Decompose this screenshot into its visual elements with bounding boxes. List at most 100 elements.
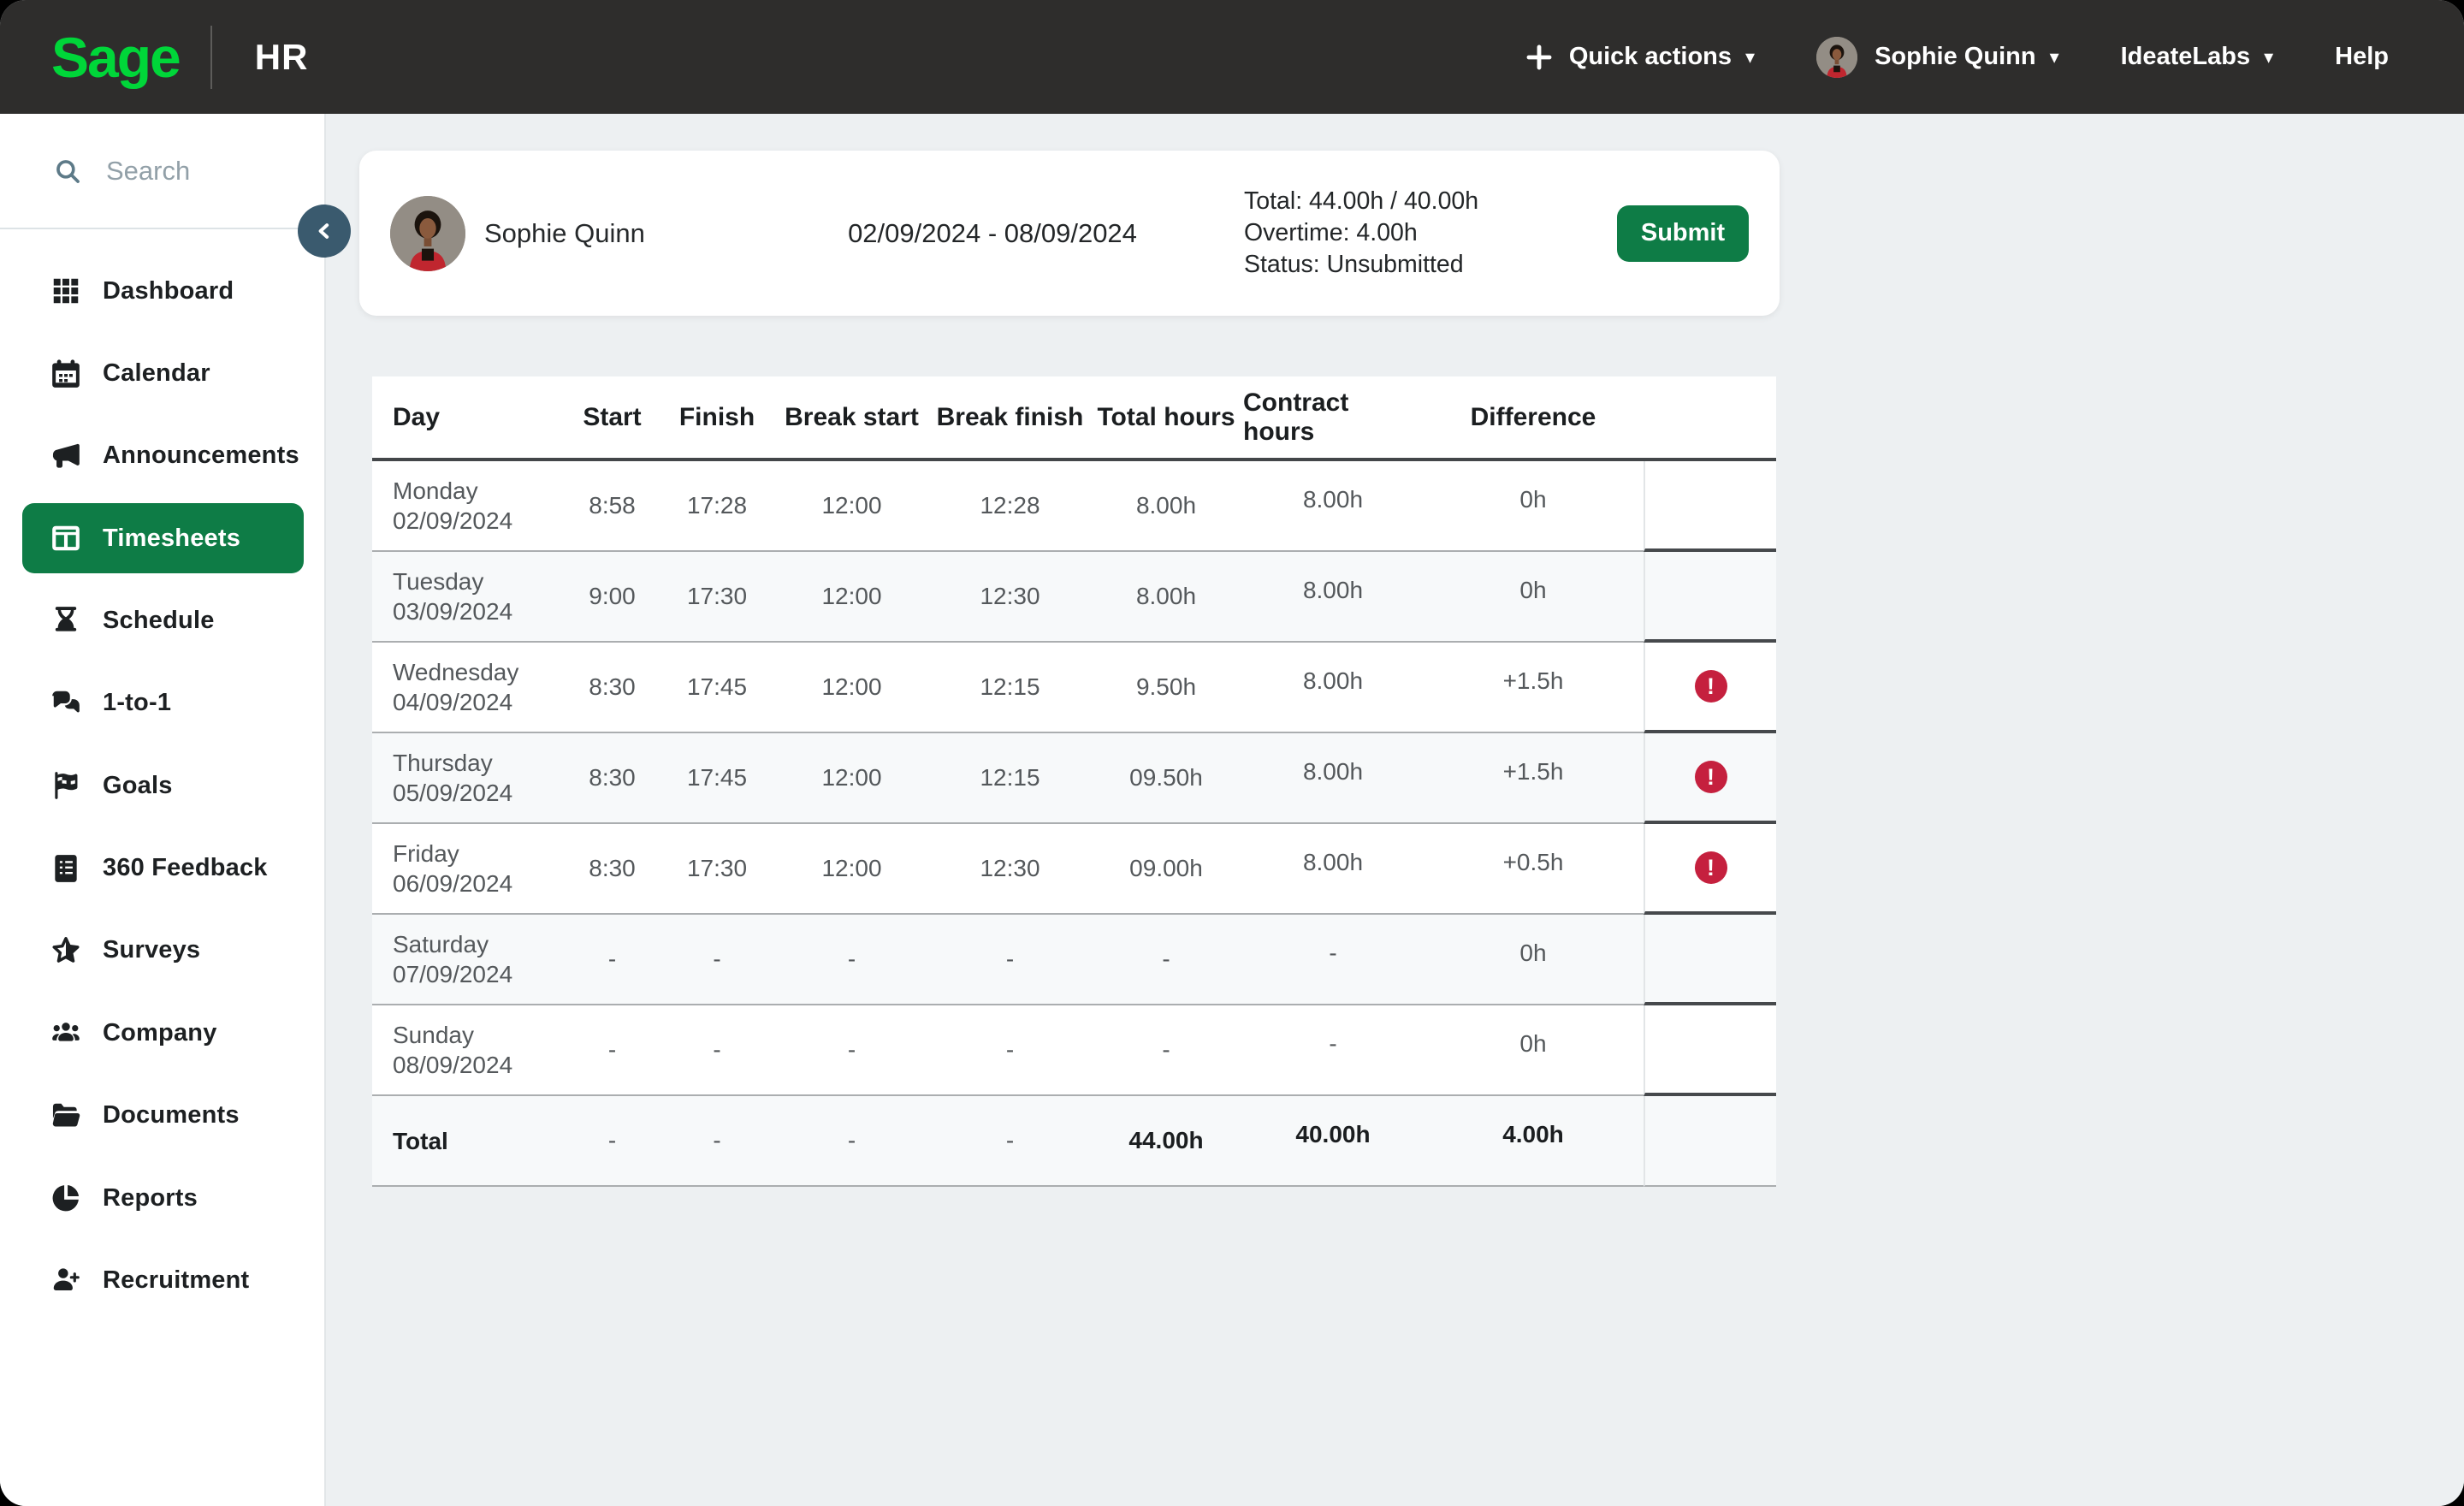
status-line: Status: Unsubmitted — [1244, 249, 1617, 281]
cell-break-finish: 12:28 — [931, 461, 1089, 552]
cell-break-start: 12:00 — [773, 824, 931, 915]
reports-icon — [48, 1180, 84, 1216]
cell-total-hours: 44.00h — [1089, 1096, 1243, 1187]
cell-alert: ! — [1644, 733, 1776, 824]
organization-menu[interactable]: IdeateLabs ▾ — [2121, 43, 2274, 71]
sidebar-item-goals[interactable]: Goals — [0, 744, 324, 827]
organization-name: IdeateLabs — [2121, 43, 2251, 71]
cell-break-start: 12:00 — [773, 552, 931, 643]
sidebar-item-label: 360 Feedback — [103, 854, 268, 882]
sidebar-item-timesheets[interactable]: Timesheets — [22, 503, 304, 573]
total-row-label: Total — [372, 1096, 563, 1187]
sidebar-item-calendar[interactable]: Calendar — [0, 332, 324, 414]
column-header-start: Start — [563, 376, 661, 461]
sidebar-item-recruitment[interactable]: Recruitment — [0, 1239, 324, 1321]
cell-difference: +0.5h — [1423, 824, 1644, 915]
timesheet-table: DayStartFinishBreak startBreak finishTot… — [372, 376, 1776, 1187]
user-avatar — [1816, 37, 1857, 78]
brand-divider — [210, 26, 212, 89]
sidebar-collapse-button[interactable] — [298, 205, 351, 258]
cell-break-finish: 12:15 — [931, 733, 1089, 824]
search-input[interactable] — [104, 155, 296, 187]
cell-finish: - — [661, 1005, 773, 1096]
timesheet-row-tuesday: Tuesday03/09/20249:0017:3012:0012:308.00… — [372, 552, 1776, 643]
surveys-icon — [48, 933, 84, 969]
sidebar-item-label: Dashboard — [103, 277, 234, 305]
cell-start: 8:30 — [563, 733, 661, 824]
column-header-total-hours: Total hours — [1089, 376, 1243, 461]
timesheet-row-friday: Friday06/09/20248:3017:3012:0012:3009.00… — [372, 824, 1776, 915]
search — [0, 114, 324, 229]
sidebar-item-label: Documents — [103, 1101, 240, 1130]
cell-contract-hours: 8.00h — [1243, 733, 1423, 824]
cell-difference: 0h — [1423, 915, 1644, 1005]
recruitment-icon — [48, 1262, 84, 1298]
cell-start: 8:30 — [563, 643, 661, 733]
day-link-saturday[interactable]: Saturday07/09/2024 — [372, 915, 563, 1005]
cell-alert — [1644, 552, 1776, 643]
sage-logo[interactable]: Sage — [51, 25, 180, 90]
app-window: Sage HR Quick actions ▾ Sophie Quinn ▾ I… — [0, 0, 2464, 1506]
sidebar-item-feedback-360[interactable]: 360 Feedback — [0, 827, 324, 909]
sidebar-item-one-to-one[interactable]: 1-to-1 — [0, 662, 324, 744]
plus-icon — [1525, 43, 1554, 72]
documents-icon — [48, 1098, 84, 1134]
cell-contract-hours: 40.00h — [1243, 1096, 1423, 1187]
cell-break-start: 12:00 — [773, 461, 931, 552]
cell-alert: ! — [1644, 643, 1776, 733]
cell-start: 9:00 — [563, 552, 661, 643]
quick-actions-menu[interactable]: Quick actions ▾ — [1525, 43, 1755, 72]
day-link-thursday[interactable]: Thursday05/09/2024 — [372, 733, 563, 824]
cell-finish: 17:45 — [661, 733, 773, 824]
sidebar-item-label: Goals — [103, 772, 173, 800]
submit-button[interactable]: Submit — [1617, 205, 1749, 262]
sidebar-item-surveys[interactable]: Surveys — [0, 910, 324, 992]
cell-finish: 17:45 — [661, 643, 773, 733]
cell-contract-hours: 8.00h — [1243, 552, 1423, 643]
sidebar-item-label: Company — [103, 1019, 217, 1047]
day-link-sunday[interactable]: Sunday08/09/2024 — [372, 1005, 563, 1096]
cell-total-hours: 09.00h — [1089, 824, 1243, 915]
feedback-360-icon — [48, 851, 84, 886]
cell-start: 8:30 — [563, 824, 661, 915]
search-icon — [53, 157, 82, 186]
cell-start: - — [563, 1096, 661, 1187]
help-link[interactable]: Help — [2335, 43, 2389, 71]
cell-alert — [1644, 461, 1776, 552]
cell-finish: - — [661, 1096, 773, 1187]
day-link-friday[interactable]: Friday06/09/2024 — [372, 824, 563, 915]
sidebar-item-label: Schedule — [103, 607, 215, 635]
overtime-warning-icon[interactable]: ! — [1695, 670, 1727, 703]
cell-alert: ! — [1644, 824, 1776, 915]
period-range: 02/09/2024 - 08/09/2024 — [741, 218, 1244, 249]
day-link-monday[interactable]: Monday02/09/2024 — [372, 461, 563, 552]
sidebar-item-label: Reports — [103, 1184, 198, 1213]
sidebar-item-schedule[interactable]: Schedule — [0, 579, 324, 661]
sidebar-item-company[interactable]: Company — [0, 992, 324, 1074]
cell-alert — [1644, 915, 1776, 1005]
sidebar-item-documents[interactable]: Documents — [0, 1075, 324, 1157]
cell-difference: 0h — [1423, 552, 1644, 643]
table-header-row: DayStartFinishBreak startBreak finishTot… — [372, 376, 1776, 461]
overtime-warning-icon[interactable]: ! — [1695, 851, 1727, 884]
product-name: HR — [255, 37, 309, 78]
chevron-down-icon: ▾ — [2264, 46, 2273, 68]
overtime-warning-icon[interactable]: ! — [1695, 761, 1727, 793]
sidebar-item-announcements[interactable]: Announcements — [0, 415, 324, 497]
timesheet-row-sunday: Sunday08/09/2024------0h — [372, 1005, 1776, 1096]
column-header-finish: Finish — [661, 376, 773, 461]
sidebar-item-reports[interactable]: Reports — [0, 1157, 324, 1239]
calendar-icon — [48, 356, 84, 392]
sidebar-item-dashboard[interactable]: Dashboard — [0, 250, 324, 332]
day-link-wednesday[interactable]: Wednesday04/09/2024 — [372, 643, 563, 733]
cell-total-hours: 9.50h — [1089, 643, 1243, 733]
cell-start: - — [563, 915, 661, 1005]
cell-total-hours: 09.50h — [1089, 733, 1243, 824]
column-header-difference: Difference — [1423, 376, 1644, 461]
cell-break-start: - — [773, 1096, 931, 1187]
user-name: Sophie Quinn — [1875, 43, 2036, 71]
schedule-icon — [48, 602, 84, 638]
day-link-tuesday[interactable]: Tuesday03/09/2024 — [372, 552, 563, 643]
user-menu[interactable]: Sophie Quinn ▾ — [1816, 37, 2059, 78]
chevron-down-icon: ▾ — [1745, 46, 1755, 68]
